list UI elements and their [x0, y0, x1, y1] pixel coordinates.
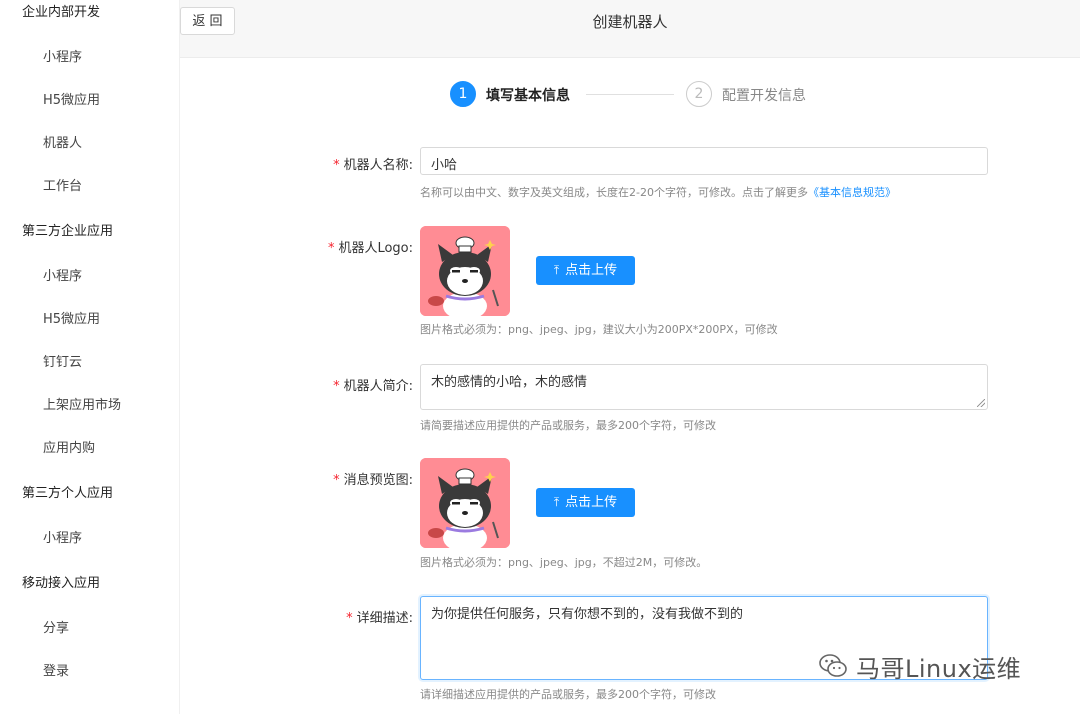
resize-grip-icon[interactable] [977, 399, 985, 407]
sidebar-group-mobile-access: 移动接入应用 [22, 576, 101, 591]
logo-upload-button[interactable]: ⤒ 点击上传 [536, 256, 635, 285]
robot-name-input[interactable]: 小哈 [420, 147, 988, 175]
required-mark: * [333, 158, 340, 173]
step-2-indicator: 2 [686, 81, 712, 107]
basic-info-spec-link[interactable]: 《基本信息规范》 [808, 186, 896, 199]
robot-name-help: 名称可以由中文、数字及英文组成，长度在2-20个字符，可修改。点击了解更多《基本… [420, 186, 896, 199]
robot-intro-textarea[interactable]: 木的感情的小哈，木的感情 [420, 364, 988, 410]
wechat-icon [819, 654, 847, 677]
sidebar-item-login[interactable]: 登录 [43, 660, 69, 679]
sidebar: 企业内部开发 小程序 H5微应用 机器人 工作台 第三方企业应用 小程序 H5微… [0, 0, 180, 714]
detail-description-help: 请详细描述应用提供的产品或服务，最多200个字符，可修改 [420, 688, 716, 701]
sidebar-item-miniprogram[interactable]: 小程序 [43, 527, 82, 546]
watermark: 马哥Linux运维 [818, 648, 1021, 684]
sidebar-item-dingtalk-cloud[interactable]: 钉钉云 [43, 351, 82, 370]
robot-intro-help: 请简要描述应用提供的产品或服务，最多200个字符，可修改 [420, 419, 716, 432]
sidebar-item-miniprogram[interactable]: 小程序 [43, 265, 82, 284]
sidebar-item-miniprogram[interactable]: 小程序 [43, 46, 82, 65]
step-connector [586, 94, 674, 95]
step-2-label: 配置开发信息 [722, 88, 806, 104]
sidebar-item-h5[interactable]: H5微应用 [43, 89, 100, 108]
sidebar-item-h5[interactable]: H5微应用 [43, 308, 100, 327]
sidebar-item-workbench[interactable]: 工作台 [43, 175, 82, 194]
robot-intro-label: * 机器人简介: [333, 379, 413, 394]
detail-description-label: * 详细描述: [346, 611, 413, 626]
page-title: 创建机器人 [592, 13, 668, 31]
robot-name-label: * 机器人名称: [333, 158, 413, 173]
robot-logo-image [420, 226, 510, 316]
sidebar-item-in-app-purchase[interactable]: 应用内购 [43, 437, 95, 456]
robot-logo-label: * 机器人Logo: [327, 241, 413, 256]
sidebar-item-robot[interactable]: 机器人 [43, 132, 82, 151]
page-header: 返 回 创建机器人 [180, 0, 1080, 58]
form-content: 1 填写基本信息 2 配置开发信息 * 机器人名称: 小哈 名称可以由中文、数字及… [180, 58, 1080, 714]
upload-icon: ⤒ [553, 263, 560, 277]
husky-chef-icon [420, 458, 510, 548]
message-preview-help: 图片格式必须为：png、jpeg、jpg，不超过2M，可修改。 [420, 556, 708, 569]
sidebar-item-app-market[interactable]: 上架应用市场 [43, 394, 121, 413]
sidebar-item-share[interactable]: 分享 [43, 617, 69, 636]
robot-logo-help: 图片格式必须为：png、jpeg、jpg，建议大小为200PX*200PX，可修… [420, 323, 778, 336]
sidebar-group-third-party-personal: 第三方个人应用 [22, 486, 114, 501]
message-preview-image [420, 458, 510, 548]
watermark-text: 马哥Linux运维 [856, 654, 1022, 683]
upload-icon: ⤒ [553, 495, 560, 509]
sidebar-group-third-party-enterprise: 第三方企业应用 [22, 224, 114, 239]
sidebar-group-internal: 企业内部开发 [22, 5, 101, 20]
message-preview-label: * 消息预览图: [333, 473, 413, 488]
main-panel: 返 回 创建机器人 1 填写基本信息 2 配置开发信息 * 机器人名称: 小哈 名… [180, 0, 1080, 714]
step-1-label: 填写基本信息 [486, 88, 570, 104]
step-1-indicator: 1 [450, 81, 476, 107]
husky-chef-icon [420, 226, 510, 316]
preview-upload-button[interactable]: ⤒ 点击上传 [536, 488, 635, 517]
